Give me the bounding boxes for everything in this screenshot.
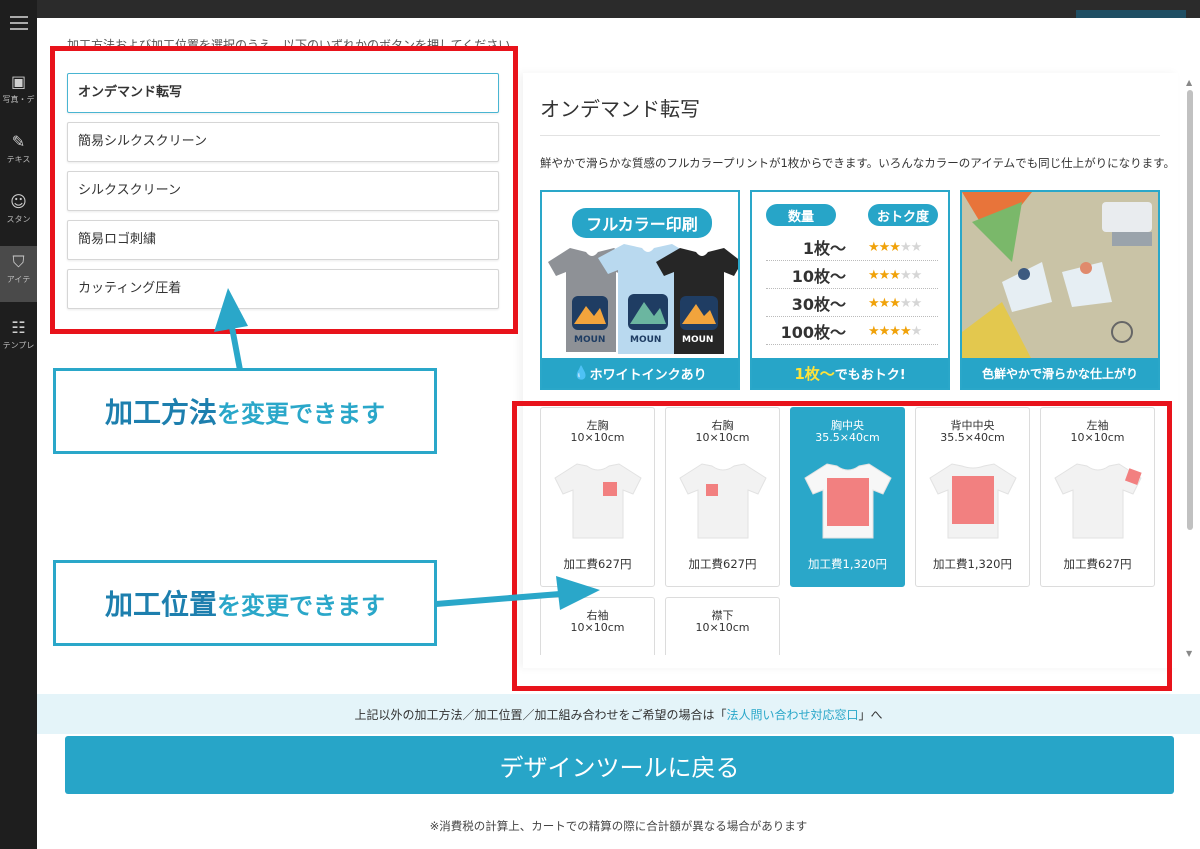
callout-text: を変更できます: [217, 591, 385, 620]
callout-strong: 加工方法: [104, 396, 217, 429]
method-callout: 加工方法 を変更できます: [53, 368, 437, 454]
callout-strong: 加工位置: [104, 588, 217, 621]
position-callout: 加工位置 を変更できます: [53, 560, 437, 646]
callout-text: を変更できます: [217, 399, 385, 428]
